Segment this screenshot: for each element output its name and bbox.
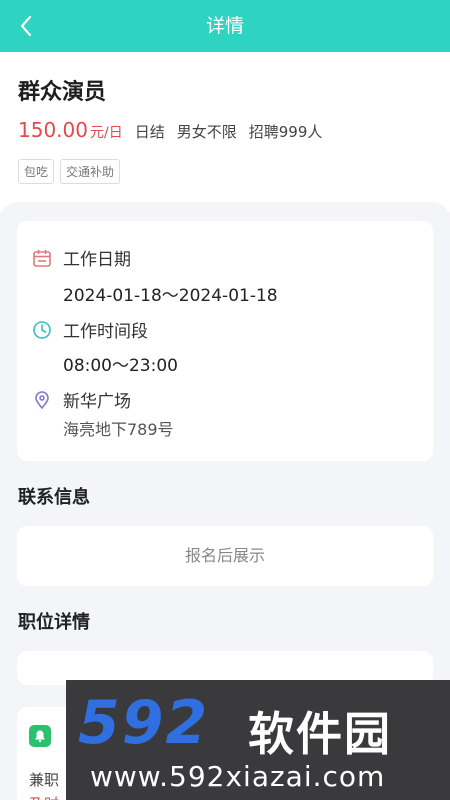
work-date-value: 2024-01-18～2024-01-18	[63, 286, 278, 306]
watermark-url: www.592xiazai.com	[90, 760, 386, 793]
benefit-tag: 交通补助	[60, 159, 121, 184]
work-time-label: 工作时间段	[63, 322, 148, 342]
calendar-icon	[31, 247, 53, 269]
pay-unit: 元/日	[89, 125, 123, 141]
pay-row: 150.00 元/日 日结 男女不限 招聘999人	[18, 118, 322, 146]
settlement-type: 日结	[134, 123, 165, 141]
page-title: 详情	[205, 15, 244, 37]
top-bar: 详情	[0, 0, 450, 52]
work-time-value: 08:00～23:00	[63, 356, 178, 376]
location-pin-icon	[31, 389, 53, 411]
notice-text: 兼职	[29, 771, 60, 789]
work-info-card: 工作日期 2024-01-18～2024-01-18 工作时间段 08:00～2…	[17, 221, 433, 461]
details-section-title: 职位详情	[18, 612, 90, 633]
watermark-banner: 592 软件园 www.592xiazai.com	[66, 680, 450, 800]
watermark-logo: 592	[78, 688, 210, 758]
work-date-row: 工作日期	[31, 245, 131, 270]
notice-text-highlight: 及时	[29, 793, 59, 800]
bell-icon	[29, 725, 51, 747]
work-date-label: 工作日期	[63, 250, 131, 270]
pay-amount: 150.00	[18, 118, 88, 142]
job-title: 群众演员	[18, 80, 107, 105]
benefit-tag: 包吃	[18, 159, 55, 184]
work-time-row: 工作时间段	[31, 317, 148, 342]
contact-section-title: 联系信息	[18, 487, 90, 508]
job-summary: 群众演员 150.00 元/日 日结 男女不限 招聘999人 包吃 交通补助	[0, 52, 450, 212]
location-address: 海亮地下789号	[63, 420, 174, 439]
recruit-count: 招聘999人	[248, 123, 323, 141]
benefit-tags: 包吃 交通补助	[18, 159, 121, 184]
watermark-brand: 软件园	[248, 707, 392, 761]
gender-requirement: 男女不限	[176, 123, 237, 141]
contact-card: 报名后展示	[17, 526, 433, 586]
contact-placeholder: 报名后展示	[184, 546, 265, 565]
clock-icon	[31, 319, 53, 341]
location-name: 新华广场	[63, 392, 131, 412]
location-row: 新华广场	[31, 387, 131, 412]
